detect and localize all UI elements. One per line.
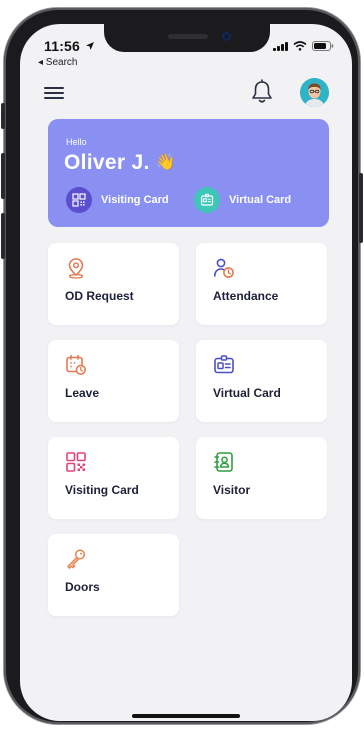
user-avatar-icon <box>300 78 329 107</box>
status-time: 11:56 <box>44 38 95 54</box>
greeting-banner: Hello Oliver J. 👋 Visiting Card Virtual … <box>48 119 329 227</box>
user-clock-icon <box>214 258 234 278</box>
status-icons <box>273 41 334 51</box>
volume-up-button <box>1 153 5 199</box>
visiting-card-label: Visiting Card <box>65 483 139 497</box>
phone-frame: 11:56 ◂ Search Hello Oliver J. 👋 Visitin… <box>1 8 363 724</box>
notch <box>104 24 270 52</box>
id-card-icon <box>194 187 220 213</box>
doors-card[interactable]: Doors <box>48 534 179 616</box>
app-screen: 11:56 ◂ Search Hello Oliver J. 👋 Visitin… <box>20 24 352 721</box>
qr-code-icon <box>66 187 92 213</box>
signal-icon <box>273 41 288 51</box>
od-request-label: OD Request <box>65 289 134 303</box>
map-pin-icon <box>68 258 84 279</box>
key-icon <box>67 549 86 569</box>
banner-visiting-card-button[interactable]: Visiting Card <box>66 187 169 213</box>
id-card-icon <box>214 355 234 374</box>
user-name: Oliver J. 👋 <box>64 151 176 175</box>
calendar-clock-icon <box>66 354 86 375</box>
wifi-icon <box>293 41 307 51</box>
qr-code-icon <box>66 452 86 472</box>
power-button <box>359 173 363 243</box>
location-arrow-icon <box>86 42 95 50</box>
visiting-card-card[interactable]: Visiting Card <box>48 437 179 519</box>
visitor-card[interactable]: Visitor <box>196 437 327 519</box>
virtual-card-card[interactable]: Virtual Card <box>196 340 327 422</box>
attendance-label: Attendance <box>213 289 279 303</box>
attendance-card[interactable]: Attendance <box>196 243 327 325</box>
waving-hand-icon: 👋 <box>155 154 176 171</box>
profile-avatar[interactable] <box>300 78 329 107</box>
battery-icon <box>312 41 334 51</box>
leave-label: Leave <box>65 386 100 400</box>
banner-virtual-card-label: Virtual Card <box>229 194 292 206</box>
banner-visiting-card-label: Visiting Card <box>101 194 169 206</box>
user-name-text: Oliver J. <box>64 151 150 174</box>
leave-card[interactable]: Leave <box>48 340 179 422</box>
virtual-card-label: Virtual Card <box>213 386 281 400</box>
contact-book-icon <box>214 452 233 472</box>
back-to-search-link[interactable]: ◂ Search <box>38 57 77 68</box>
notifications-button[interactable] <box>250 79 274 105</box>
menu-button[interactable] <box>44 84 64 100</box>
od-request-card[interactable]: OD Request <box>48 243 179 325</box>
greeting-label: Hello <box>66 137 87 147</box>
mute-switch <box>1 103 5 129</box>
home-indicator[interactable] <box>132 714 240 718</box>
bell-icon <box>252 79 272 103</box>
doors-label: Doors <box>65 580 100 594</box>
volume-down-button <box>1 213 5 259</box>
banner-virtual-card-button[interactable]: Virtual Card <box>194 187 291 213</box>
visitor-label: Visitor <box>213 483 251 497</box>
